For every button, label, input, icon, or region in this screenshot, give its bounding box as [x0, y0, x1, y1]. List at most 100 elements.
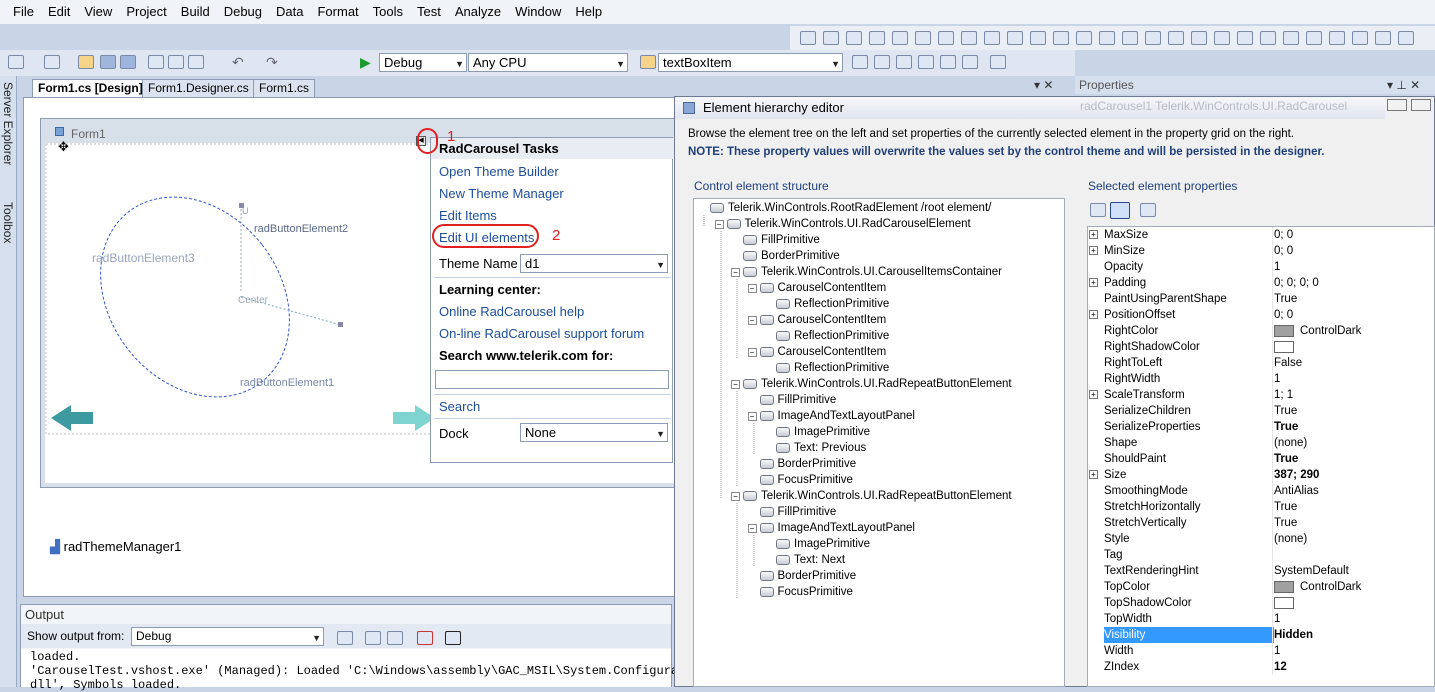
menu-item[interactable]: Project	[119, 0, 173, 24]
layout-tool-icon[interactable]	[1122, 31, 1138, 45]
layout-tool-icon[interactable]	[938, 31, 954, 45]
property-value[interactable]: 0; 0	[1274, 243, 1293, 259]
property-value[interactable]	[1274, 595, 1300, 611]
menu-item[interactable]: Format	[310, 0, 365, 24]
tree-node[interactable]: BorderPrimitive	[731, 250, 840, 262]
find-in-files-icon[interactable]	[640, 55, 656, 69]
cut-icon[interactable]	[148, 55, 164, 69]
menu-item[interactable]: Window	[508, 0, 568, 24]
window-icon[interactable]	[990, 55, 1006, 69]
layout-tool-icon[interactable]	[892, 31, 908, 45]
property-row[interactable]: TopShadowColor	[1088, 595, 1435, 611]
property-row[interactable]: TopWidth 1	[1088, 611, 1435, 627]
tree-node[interactable]: FillPrimitive	[748, 394, 836, 406]
property-row[interactable]: Width 1	[1088, 643, 1435, 659]
property-value[interactable]: 387; 290	[1274, 467, 1319, 483]
categorized-icon[interactable]	[1090, 203, 1106, 217]
menu-item[interactable]: Tools	[366, 0, 410, 24]
property-value[interactable]: 1	[1274, 259, 1280, 275]
property-row[interactable]: + MinSize 0; 0	[1088, 243, 1435, 259]
move-glyph-icon[interactable]: ✥	[58, 139, 69, 155]
layout-tool-icon[interactable]	[1329, 31, 1345, 45]
search-link[interactable]: Search	[439, 399, 480, 414]
expand-icon[interactable]: +	[1089, 390, 1098, 399]
property-row[interactable]: RightWidth 1	[1088, 371, 1435, 387]
start-debug-icon[interactable]: ▶	[360, 54, 371, 71]
property-value[interactable]: SystemDefault	[1274, 563, 1349, 579]
expand-icon[interactable]: +	[1089, 246, 1098, 255]
layout-tool-icon[interactable]	[1398, 31, 1414, 45]
property-row[interactable]: TopColor ControlDark	[1088, 579, 1435, 595]
property-row[interactable]: Tag	[1088, 547, 1435, 563]
layout-tool-icon[interactable]	[1168, 31, 1184, 45]
tree-node[interactable]: − Telerik.WinControls.UI.RadRepeatButtonE…	[731, 490, 1012, 502]
new-theme-manager-link[interactable]: New Theme Manager	[439, 186, 564, 201]
tab-form1-cs[interactable]: Form1.cs	[253, 79, 316, 97]
tree-node[interactable]: FocusPrimitive	[748, 474, 853, 486]
tree-node[interactable]: − ImageAndTextLayoutPanel	[747, 410, 915, 422]
tree-node[interactable]: − Telerik.WinControls.UI.RadCarouselEleme…	[714, 218, 971, 230]
layout-tool-icon[interactable]	[800, 31, 816, 45]
expand-icon[interactable]: +	[1089, 470, 1098, 479]
tree-node[interactable]: − CarouselContentItem	[747, 314, 886, 326]
property-value[interactable]: 1; 1	[1274, 387, 1293, 403]
property-row[interactable]: ZIndex 12	[1088, 659, 1435, 675]
minimize-icon[interactable]	[1387, 99, 1407, 111]
layout-tool-icon[interactable]	[1099, 31, 1115, 45]
layout-tool-icon[interactable]	[1191, 31, 1207, 45]
property-row[interactable]: TextRenderingHint SystemDefault	[1088, 563, 1435, 579]
menu-item[interactable]: File	[6, 0, 41, 24]
property-value[interactable]: 1	[1274, 371, 1280, 387]
property-value[interactable]: ControlDark	[1274, 579, 1361, 595]
clear-all-icon[interactable]	[417, 631, 433, 645]
property-value[interactable]: 0; 0; 0; 0	[1274, 275, 1319, 291]
layout-tool-icon[interactable]	[1306, 31, 1322, 45]
solution-explorer-icon[interactable]	[852, 55, 868, 69]
server-explorer-tab[interactable]: Server Explorer	[1, 82, 15, 165]
open-folder-icon[interactable]	[78, 55, 94, 69]
tree-node[interactable]: − CarouselContentItem	[747, 346, 886, 358]
save-icon[interactable]	[100, 55, 116, 69]
property-value[interactable]: (none)	[1274, 531, 1307, 547]
layout-tool-icon[interactable]	[984, 31, 1000, 45]
collapse-icon[interactable]: −	[747, 283, 757, 293]
property-pages-icon[interactable]	[1140, 203, 1156, 217]
property-row[interactable]: Shape (none)	[1088, 435, 1435, 451]
menu-item[interactable]: Data	[269, 0, 310, 24]
property-row[interactable]: + Padding 0; 0; 0; 0	[1088, 275, 1435, 291]
layout-tool-icon[interactable]	[1030, 31, 1046, 45]
property-value[interactable]: 0; 0	[1274, 307, 1293, 323]
redo-icon[interactable]: ↷	[266, 54, 278, 71]
property-row[interactable]: Opacity 1	[1088, 259, 1435, 275]
theme-name-combo[interactable]: d1 ▼	[520, 254, 668, 273]
layout-tool-icon[interactable]	[1214, 31, 1230, 45]
theme-manager-component[interactable]: ▟ radThemeManager1	[50, 539, 181, 555]
property-value[interactable]: 1	[1274, 643, 1280, 659]
expand-icon[interactable]: +	[1089, 310, 1098, 319]
property-value[interactable]: 0; 0	[1274, 227, 1293, 243]
toolbox-icon[interactable]	[918, 55, 934, 69]
property-value[interactable]: Hidden	[1274, 627, 1313, 643]
layout-tool-icon[interactable]	[1352, 31, 1368, 45]
solution-config-combo[interactable]: Debug ▼	[379, 53, 467, 72]
property-row[interactable]: PaintUsingParentShape True	[1088, 291, 1435, 307]
collapse-icon[interactable]: −	[747, 411, 757, 421]
property-value[interactable]: 1	[1274, 611, 1280, 627]
find-message-icon[interactable]	[337, 631, 353, 645]
tree-node[interactable]: − Telerik.WinControls.UI.RadRepeatButtonE…	[731, 378, 1012, 390]
collapse-icon[interactable]: −	[731, 267, 740, 277]
tree-node[interactable]: BorderPrimitive	[748, 458, 856, 470]
layout-tool-icon[interactable]	[1053, 31, 1069, 45]
properties-object-combo[interactable]: radCarousel1 Telerik.WinControls.UI.RadC…	[1080, 99, 1380, 117]
property-value[interactable]: True	[1274, 451, 1298, 467]
tools-icon[interactable]	[940, 55, 956, 69]
menu-item[interactable]: View	[77, 0, 119, 24]
menu-item[interactable]: Analyze	[448, 0, 508, 24]
doc-close-icon[interactable]: ▾ ✕	[1034, 78, 1053, 92]
property-row[interactable]: SerializeProperties True	[1088, 419, 1435, 435]
expand-icon[interactable]: +	[1089, 230, 1098, 239]
new-project-icon[interactable]	[44, 55, 60, 69]
tab-form1-design[interactable]: Form1.cs [Design]	[32, 79, 149, 97]
tree-node[interactable]: ImagePrimitive	[764, 538, 870, 550]
property-value[interactable]	[1274, 339, 1300, 355]
